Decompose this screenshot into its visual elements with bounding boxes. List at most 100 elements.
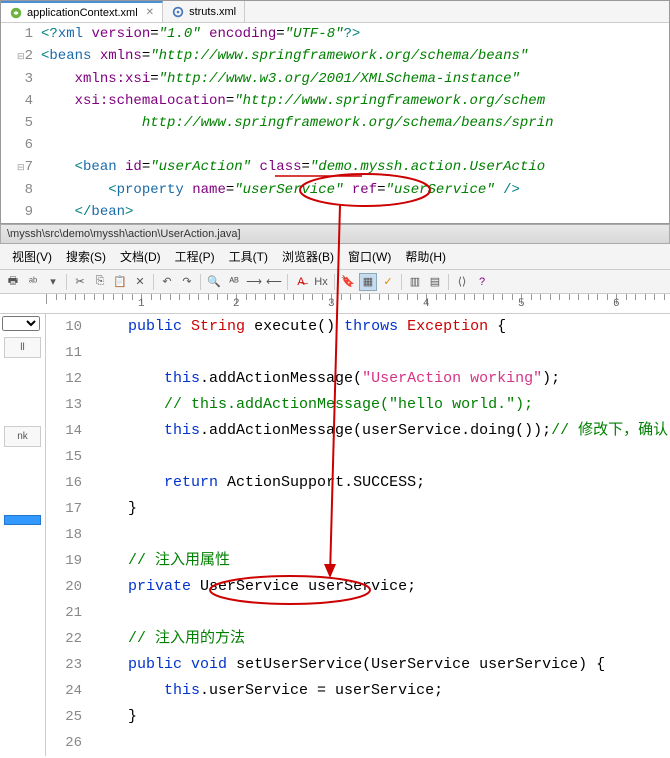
- line-number: 18: [46, 522, 92, 548]
- tab-label: applicationContext.xml: [27, 7, 138, 19]
- line-number: 14: [46, 418, 92, 444]
- code-text: public void setUserService(UserService u…: [92, 652, 605, 678]
- line-number: 22: [46, 626, 92, 652]
- font-icon[interactable]: A̶: [292, 273, 310, 291]
- menu-bar: 视图(V) 搜索(S) 文档(D) 工程(P) 工具(T) 浏览器(B) 窗口(…: [0, 244, 670, 270]
- snippet-icon[interactable]: ⟨⟩: [453, 273, 471, 291]
- spellcheck-icon[interactable]: ᵃᵇ: [24, 273, 42, 291]
- gear-icon: [171, 5, 185, 19]
- code-text: private UserService userService;: [92, 574, 416, 600]
- code-text: [41, 134, 669, 156]
- xml-editor-pane: applicationContext.xml ✕ struts.xml 1<?x…: [0, 0, 670, 224]
- code-text: </bean>: [41, 201, 669, 223]
- line-number: 4: [1, 90, 41, 112]
- code-text: this.userService = userService;: [92, 678, 443, 704]
- file-path: \myssh\src\demo\myssh\action\UserAction.…: [7, 228, 241, 240]
- panel-icon[interactable]: ▥: [406, 273, 424, 291]
- xml-code-area[interactable]: 1<?xml version="1.0" encoding="UTF-8"?> …: [1, 23, 669, 223]
- hex-icon[interactable]: Hx: [312, 273, 330, 291]
- line-number: 10: [46, 314, 92, 340]
- window-title-bar: \myssh\src\demo\myssh\action\UserAction.…: [0, 224, 670, 244]
- line-number: 8: [1, 179, 41, 201]
- tab-label: struts.xml: [189, 6, 236, 18]
- separator: [334, 274, 335, 290]
- side-panel: ll nk: [0, 314, 46, 756]
- copy-icon[interactable]: ⎘: [91, 273, 109, 291]
- menu-browser[interactable]: 浏览器(B): [276, 246, 340, 267]
- code-text: // this.addActionMessage("hello world.")…: [92, 392, 533, 418]
- line-number: 5: [1, 112, 41, 134]
- bookmark-icon[interactable]: 🔖: [339, 273, 357, 291]
- toolbar: 🖶 ᵃᵇ ▾ ✂ ⎘ 📋 ✕ ↶ ↷ 🔍 ᴬᴮ ⟶ ⟵ A̶ Hx 🔖 ▦ ✓ …: [0, 270, 670, 294]
- line-number: 17: [46, 496, 92, 522]
- separator: [66, 274, 67, 290]
- line-number: 23: [46, 652, 92, 678]
- code-text: this.addActionMessage(userService.doing(…: [92, 418, 668, 444]
- find-prev-icon[interactable]: ⟵: [265, 273, 283, 291]
- undo-icon[interactable]: ↶: [158, 273, 176, 291]
- line-number: 6: [1, 134, 41, 156]
- code-text: xsi:schemaLocation="http://www.springfra…: [41, 90, 669, 112]
- cut-icon[interactable]: ✂: [71, 273, 89, 291]
- code-text: this.addActionMessage("UserAction workin…: [92, 366, 560, 392]
- code-text: return ActionSupport.SUCCESS;: [92, 470, 425, 496]
- line-number: 9: [1, 201, 41, 223]
- code-text: <beans xmlns="http://www.springframework…: [41, 45, 669, 68]
- line-number: 20: [46, 574, 92, 600]
- tab-struts[interactable]: struts.xml: [163, 1, 245, 22]
- print-icon[interactable]: 🖶: [4, 273, 22, 291]
- code-text: http://www.springframework.org/schema/be…: [41, 112, 669, 134]
- panel2-icon[interactable]: ▤: [426, 273, 444, 291]
- dropdown-icon[interactable]: ▾: [44, 273, 62, 291]
- separator: [448, 274, 449, 290]
- code-text: <bean id="userAction" class="demo.myssh.…: [41, 156, 669, 179]
- side-dropdown[interactable]: [2, 316, 40, 331]
- menu-search[interactable]: 搜索(S): [60, 246, 112, 267]
- menu-document[interactable]: 文档(D): [114, 246, 167, 267]
- separator: [200, 274, 201, 290]
- code-text: xmlns:xsi="http://www.w3.org/2001/XMLSch…: [41, 68, 669, 90]
- help-icon[interactable]: ?: [473, 273, 491, 291]
- line-number: 21: [46, 600, 92, 626]
- code-text: public String execute() throws Exception…: [92, 314, 506, 340]
- java-code-area[interactable]: 10 public String execute() throws Except…: [46, 314, 670, 756]
- line-number: 25: [46, 704, 92, 730]
- line-number: ⊟7: [1, 156, 41, 179]
- side-tab-selected[interactable]: [4, 515, 41, 525]
- code-text: // 注入用的方法: [92, 626, 245, 652]
- menu-help[interactable]: 帮助(H): [399, 246, 452, 267]
- find-icon[interactable]: 🔍: [205, 273, 223, 291]
- separator: [401, 274, 402, 290]
- paste-icon[interactable]: 📋: [111, 273, 129, 291]
- line-number: 24: [46, 678, 92, 704]
- menu-window[interactable]: 窗口(W): [342, 246, 397, 267]
- layout-icon[interactable]: ▦: [359, 273, 377, 291]
- tab-application-context[interactable]: applicationContext.xml ✕: [1, 1, 163, 22]
- code-text: }: [92, 496, 137, 522]
- side-tab-2[interactable]: nk: [4, 426, 41, 447]
- editor-tabs: applicationContext.xml ✕ struts.xml: [1, 1, 669, 23]
- line-number: 11: [46, 340, 92, 366]
- line-number: 15: [46, 444, 92, 470]
- code-text: <?xml version="1.0" encoding="UTF-8"?>: [41, 23, 669, 45]
- find-next-icon[interactable]: ⟶: [245, 273, 263, 291]
- line-number: 13: [46, 392, 92, 418]
- side-tab-1[interactable]: ll: [4, 337, 41, 358]
- code-text: // 注入用属性: [92, 548, 230, 574]
- check-icon[interactable]: ✓: [379, 273, 397, 291]
- delete-icon[interactable]: ✕: [131, 273, 149, 291]
- spring-icon: [9, 6, 23, 20]
- find-replace-icon[interactable]: ᴬᴮ: [225, 273, 243, 291]
- code-text: <property name="userService" ref="userSe…: [41, 179, 669, 201]
- line-number: 26: [46, 730, 92, 756]
- line-number: 12: [46, 366, 92, 392]
- redo-icon[interactable]: ↷: [178, 273, 196, 291]
- menu-project[interactable]: 工程(P): [169, 246, 221, 267]
- menu-view[interactable]: 视图(V): [6, 246, 58, 267]
- separator: [153, 274, 154, 290]
- menu-tools[interactable]: 工具(T): [223, 246, 274, 267]
- line-number: 1: [1, 23, 41, 45]
- line-number: 3: [1, 68, 41, 90]
- ruler: 123456: [0, 294, 670, 314]
- close-icon[interactable]: ✕: [146, 7, 154, 18]
